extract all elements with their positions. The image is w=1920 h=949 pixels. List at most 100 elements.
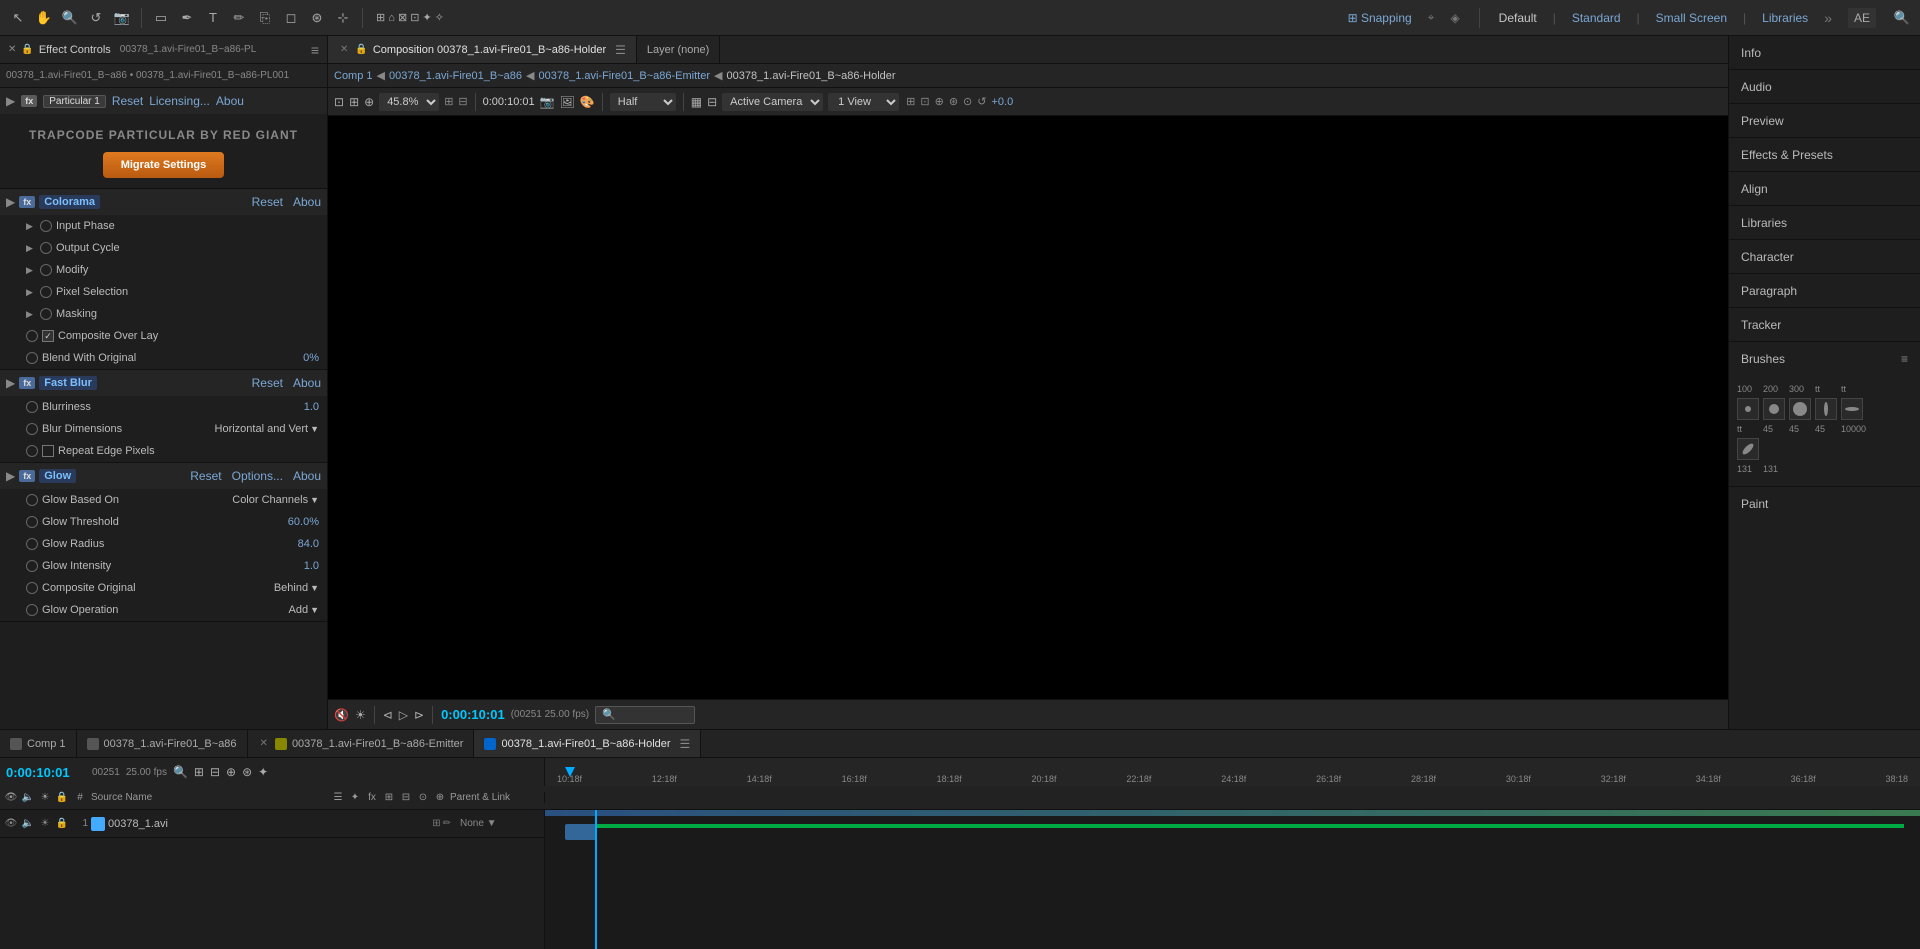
tab-close-icon[interactable]: ✕ (338, 44, 350, 55)
stopwatch-icon[interactable] (26, 604, 38, 616)
brush-tool[interactable]: ✏ (229, 8, 249, 28)
glow-reset[interactable]: Reset (190, 469, 221, 483)
camera-tool[interactable]: 📷 (112, 8, 132, 28)
colorama-header[interactable]: ▶ fx Colorama Reset Abou (0, 189, 327, 215)
tab-menu-icon[interactable]: ☰ (615, 43, 626, 57)
blend-value[interactable]: 0% (303, 352, 319, 364)
right-panel-paint[interactable]: Paint (1729, 487, 1920, 521)
workspace-libraries[interactable]: Libraries (1762, 11, 1808, 25)
view-options-icon[interactable]: ⊞ (906, 95, 915, 108)
stopwatch-icon[interactable] (26, 445, 38, 457)
stopwatch-icon[interactable] (40, 286, 52, 298)
composite-checkbox[interactable]: ✓ (42, 330, 54, 342)
colorama-masking[interactable]: ▶ Masking (0, 303, 327, 325)
fastblur-header[interactable]: ▶ fx Fast Blur Reset Abou (0, 370, 327, 396)
tl-tab-holder[interactable]: 00378_1.avi-Fire01_B~a86-Holder ☰ (474, 730, 701, 757)
zoom-select[interactable]: 45.8% 100% 50% 25% (379, 93, 439, 111)
puppet-tool[interactable]: ⊹ (333, 8, 353, 28)
brushes-menu-icon[interactable]: ≡ (1901, 352, 1908, 366)
tl-tab-comp1[interactable]: Comp 1 (0, 730, 77, 757)
brush-6[interactable] (1737, 438, 1759, 460)
migrate-button[interactable]: Migrate Settings (103, 152, 225, 178)
stopwatch-icon[interactable] (40, 264, 52, 276)
stopwatch-icon[interactable] (40, 308, 52, 320)
stopwatch-icon[interactable] (40, 242, 52, 254)
layer-parent[interactable]: None ▼ (460, 818, 540, 829)
right-panel-info[interactable]: Info (1729, 36, 1920, 70)
right-panel-libraries[interactable]: Libraries (1729, 206, 1920, 240)
glow-operation-dropdown[interactable]: Add▼ (289, 604, 320, 616)
grid2-icon[interactable]: ⊡ (920, 95, 929, 108)
fastblur-about[interactable]: Abou (293, 376, 321, 390)
tl-tab-fire01[interactable]: 00378_1.avi-Fire01_B~a86 (77, 730, 248, 757)
stopwatch-icon[interactable] (26, 582, 38, 594)
stopwatch-icon[interactable] (26, 423, 38, 435)
snapshot-icon[interactable]: 📷 (540, 95, 555, 109)
text-tool[interactable]: T (203, 8, 223, 28)
rectangle-tool[interactable]: ▭ (151, 8, 171, 28)
stopwatch-icon[interactable] (40, 220, 52, 232)
zoom-tool[interactable]: 🔍 (60, 8, 80, 28)
right-panel-paragraph[interactable]: Paragraph (1729, 274, 1920, 308)
glow-radius-value[interactable]: 84.0 (298, 538, 319, 550)
breadcrumb-holder[interactable]: 00378_1.avi-Fire01_B~a86-Holder (726, 70, 895, 82)
show-snapshot-icon[interactable]: 🖼 (560, 95, 575, 109)
pen-tool[interactable]: ✒ (177, 8, 197, 28)
snap-icon[interactable]: ⌖ (1428, 10, 1435, 25)
particular-reset[interactable]: Reset (112, 94, 143, 108)
layer-audio-icon[interactable]: 🔈 (21, 818, 35, 829)
prev-frame[interactable]: ⊲ (383, 708, 393, 722)
colorama-reset[interactable]: Reset (252, 195, 283, 209)
breadcrumb-fire01[interactable]: 00378_1.avi-Fire01_B~a86 (389, 70, 522, 82)
next-frame[interactable]: ⊳ (414, 708, 424, 722)
panel-menu-icon[interactable]: ≡ (311, 42, 319, 58)
tl-tab-menu-icon[interactable]: ☰ (680, 737, 691, 751)
right-panel-brushes-header[interactable]: Brushes ≡ (1729, 342, 1920, 376)
workspace-default[interactable]: Default (1499, 11, 1537, 25)
tl-search-icon[interactable]: 🔍 (173, 765, 188, 779)
timecode-display[interactable]: 0:00:10:01 (483, 96, 535, 108)
colorama-modify[interactable]: ▶ Modify (0, 259, 327, 281)
stopwatch-icon[interactable] (26, 352, 38, 364)
tl-draft-icon[interactable]: ✦ (258, 765, 268, 779)
particular-licensing[interactable]: Licensing... (149, 94, 210, 108)
brush-5[interactable] (1841, 398, 1863, 420)
transparent-bg-icon[interactable]: ▦ (691, 95, 702, 109)
layer-link-icon[interactable]: ⊞ (432, 818, 440, 829)
color-icon[interactable]: 🎨 (580, 95, 595, 109)
view-select[interactable]: 1 View 2 Views 4 Views (828, 93, 899, 111)
layer-lock-icon[interactable]: 🔒 (55, 818, 69, 829)
stopwatch-icon[interactable] (26, 516, 38, 528)
collapse-icon[interactable]: ⊟ (458, 95, 467, 108)
layer-tab[interactable]: Layer (none) (637, 36, 720, 63)
right-panel-preview[interactable]: Preview (1729, 104, 1920, 138)
tl-motion-blur-icon[interactable]: ⊛ (242, 765, 252, 779)
guides-icon[interactable]: ⊕ (364, 95, 374, 109)
comp-tab[interactable]: ✕ 🔒 Composition 00378_1.avi-Fire01_B~a86… (328, 36, 637, 63)
fit-icon[interactable]: ⊡ (334, 95, 344, 109)
layer-solo-icon[interactable]: ☀ (38, 818, 52, 829)
tl-track-clip[interactable] (565, 824, 597, 840)
blur-dimensions-dropdown[interactable]: Horizontal and Vert▼ (215, 423, 319, 435)
eraser-tool[interactable]: ◻ (281, 8, 301, 28)
stopwatch-icon[interactable] (26, 401, 38, 413)
clone-tool[interactable]: ⎘ (255, 8, 275, 28)
right-panel-tracker[interactable]: Tracker (1729, 308, 1920, 342)
stopwatch-icon[interactable] (26, 330, 38, 342)
motion-icon[interactable]: ◈ (1450, 11, 1459, 25)
tl-tab-emitter[interactable]: ✕ 00378_1.avi-Fire01_B~a86-Emitter (248, 730, 475, 757)
comp-mini-icon[interactable]: ⊙ (963, 95, 972, 108)
colorama-pixel-selection[interactable]: ▶ Pixel Selection (0, 281, 327, 303)
select-tool[interactable]: ↖ (8, 8, 28, 28)
timeline-search[interactable] (595, 706, 695, 724)
stopwatch-icon[interactable] (26, 494, 38, 506)
workspace-smallscreen[interactable]: Small Screen (1656, 11, 1727, 25)
camera-select[interactable]: Active Camera (722, 93, 823, 111)
panel-close-icon[interactable]: ✕ (8, 44, 16, 55)
expand-icon[interactable]: ▶ (6, 94, 15, 108)
right-panel-align[interactable]: Align (1729, 172, 1920, 206)
hand-tool[interactable]: ✋ (34, 8, 54, 28)
snapping-toggle[interactable]: ⊞ Snapping (1348, 11, 1412, 25)
blurriness-value[interactable]: 1.0 (304, 401, 319, 413)
stopwatch-icon[interactable] (26, 538, 38, 550)
